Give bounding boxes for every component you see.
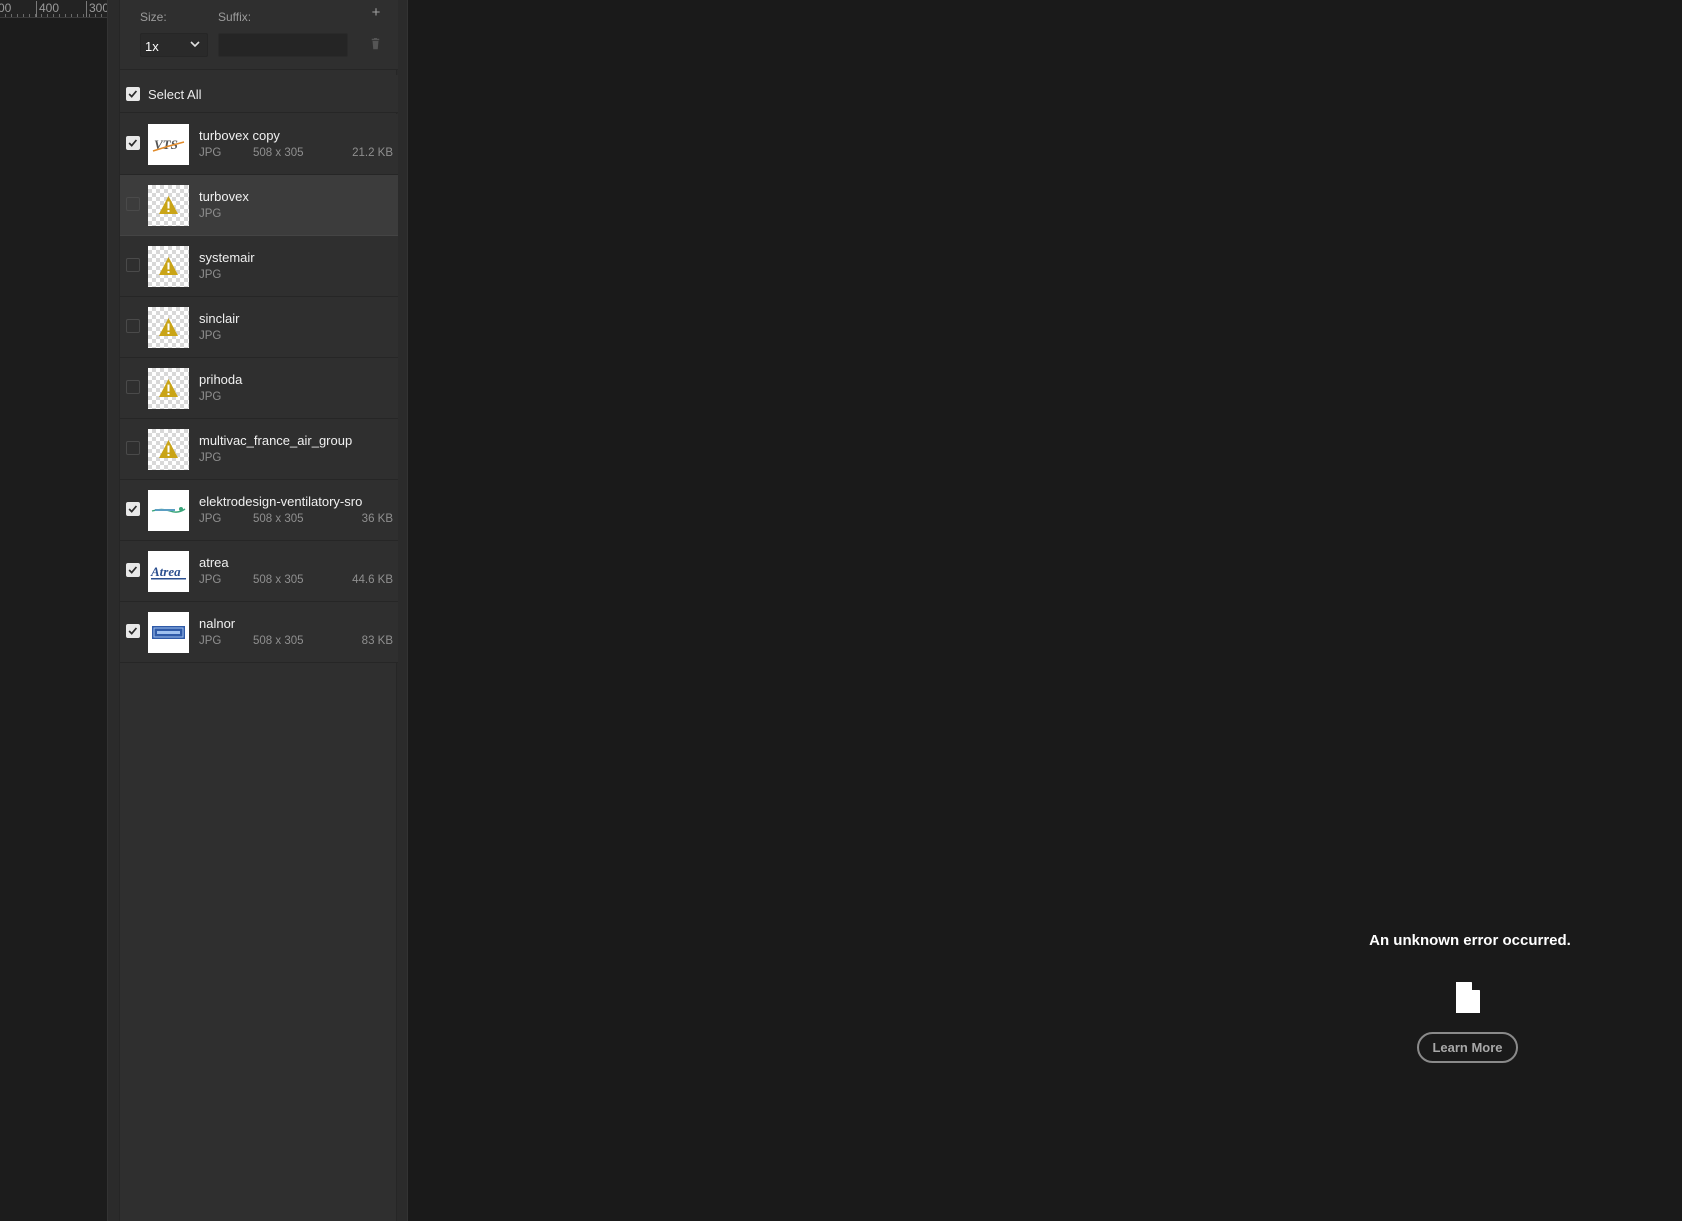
asset-name: multivac_france_air_group xyxy=(199,433,353,448)
asset-name: elektrodesign-ventilatory-sro xyxy=(199,494,363,509)
asset-checkbox[interactable] xyxy=(126,563,140,577)
atrea-logo-icon: Atrea xyxy=(150,564,186,580)
asset-row-systemair[interactable]: systemair JPG xyxy=(120,236,398,297)
asset-checkbox[interactable] xyxy=(126,197,140,211)
asset-thumbnail xyxy=(148,612,189,653)
asset-checkbox[interactable] xyxy=(126,258,140,272)
asset-thumbnail xyxy=(148,368,189,409)
select-all-checkbox[interactable] xyxy=(126,87,140,101)
checkmark-icon xyxy=(128,505,138,513)
asset-checkbox[interactable] xyxy=(126,624,140,638)
chevron-down-icon xyxy=(190,41,200,48)
asset-list-panel: Size: Suffix: + 1x Select All VTS turbov… xyxy=(119,0,398,1221)
asset-name: atrea xyxy=(199,555,229,570)
ruler-tick xyxy=(36,1,37,17)
size-label: Size: xyxy=(140,10,167,24)
asset-thumbnail: Atrea xyxy=(148,551,189,592)
asset-type: JPG xyxy=(199,208,222,220)
suffix-label: Suffix: xyxy=(218,10,252,24)
svg-text:Atrea: Atrea xyxy=(150,564,181,579)
ruler-label: 00 xyxy=(0,1,12,15)
checkmark-icon xyxy=(128,566,138,574)
asset-dimensions: 508 x 305 xyxy=(253,147,304,159)
asset-thumbnail xyxy=(148,185,189,226)
asset-name: turbovex xyxy=(199,189,249,204)
asset-row-prihoda[interactable]: prihoda JPG xyxy=(120,358,398,419)
asset-row-multivac[interactable]: multivac_france_air_group JPG xyxy=(120,419,398,480)
size-select[interactable]: 1x xyxy=(140,33,208,57)
asset-thumbnail xyxy=(148,307,189,348)
asset-type: JPG xyxy=(199,452,222,464)
asset-dimensions: 508 x 305 xyxy=(253,574,304,586)
asset-row-sinclair[interactable]: sinclair JPG xyxy=(120,297,398,358)
asset-thumbnail xyxy=(148,429,189,470)
asset-row-nalnor[interactable]: nalnor JPG 508 x 305 83 KB xyxy=(120,602,398,663)
vts-logo-icon: VTS xyxy=(152,137,185,152)
warning-icon xyxy=(159,440,178,458)
asset-type: JPG xyxy=(199,269,222,281)
asset-type: JPG xyxy=(199,330,222,342)
error-message: An unknown error occurred. xyxy=(1369,932,1571,949)
checkmark-icon xyxy=(128,139,138,147)
document-icon xyxy=(1456,981,1481,1013)
asset-dimensions: 508 x 305 xyxy=(253,635,304,647)
asset-thumbnail xyxy=(148,246,189,287)
asset-type: JPG xyxy=(199,635,222,647)
asset-row-turbovex[interactable]: turbovex JPG xyxy=(120,175,398,236)
asset-dimensions: 508 x 305 xyxy=(253,513,304,525)
nalnor-logo-icon xyxy=(152,626,185,639)
suffix-input[interactable] xyxy=(218,33,348,57)
asset-checkbox[interactable] xyxy=(126,380,140,394)
size-section: Size: Suffix: + 1x xyxy=(120,0,398,70)
asset-file-size: 21.2 KB xyxy=(352,147,393,159)
select-all-label: Select All xyxy=(148,87,202,102)
asset-list: VTS turbovex copy JPG 508 x 305 21.2 KB xyxy=(120,114,398,663)
asset-thumbnail xyxy=(148,490,189,531)
export-panel: Size: Suffix: + 1x Select All VTS turbov… xyxy=(107,0,408,1221)
asset-type: JPG xyxy=(199,391,222,403)
trash-icon xyxy=(371,38,380,50)
asset-checkbox[interactable] xyxy=(126,136,140,150)
asset-file-size: 36 KB xyxy=(361,513,393,525)
asset-name: prihoda xyxy=(199,372,243,387)
learn-more-button[interactable]: Learn More xyxy=(1417,1032,1518,1063)
horizontal-ruler: 00 400 300 xyxy=(0,0,107,18)
delete-size-button[interactable] xyxy=(369,36,383,52)
elektrodesign-logo-icon xyxy=(151,507,186,513)
asset-name: nalnor xyxy=(199,616,236,631)
select-all-row[interactable]: Select All xyxy=(120,75,398,113)
asset-checkbox[interactable] xyxy=(126,441,140,455)
asset-checkbox[interactable] xyxy=(126,319,140,333)
asset-checkbox[interactable] xyxy=(126,502,140,516)
asset-row-turbovex-copy[interactable]: VTS turbovex copy JPG 508 x 305 21.2 KB xyxy=(120,114,398,175)
ruler-label: 300 xyxy=(89,1,107,15)
size-select-value: 1x xyxy=(145,39,159,54)
asset-name: sinclair xyxy=(199,311,240,326)
asset-thumbnail: VTS xyxy=(148,124,189,165)
ruler-tick xyxy=(86,1,87,17)
asset-type: JPG xyxy=(199,147,222,159)
asset-file-size: 44.6 KB xyxy=(352,574,393,586)
ruler-label: 400 xyxy=(39,1,60,15)
checkmark-icon xyxy=(128,627,138,635)
warning-icon xyxy=(159,196,178,214)
warning-icon xyxy=(159,318,178,336)
warning-icon xyxy=(159,257,178,275)
checkmark-icon xyxy=(128,90,138,98)
asset-name: systemair xyxy=(199,250,255,265)
add-size-button[interactable]: + xyxy=(368,5,384,21)
asset-file-size: 83 KB xyxy=(361,635,393,647)
warning-icon xyxy=(159,379,178,397)
asset-name: turbovex copy xyxy=(199,128,280,143)
asset-type: JPG xyxy=(199,574,222,586)
asset-row-elektrodesign[interactable]: elektrodesign-ventilatory-sro JPG 508 x … xyxy=(120,480,398,541)
asset-type: JPG xyxy=(199,513,222,525)
plus-icon: + xyxy=(371,4,381,21)
asset-row-atrea[interactable]: Atrea atrea JPG 508 x 305 44.6 KB xyxy=(120,541,398,602)
canvas-area: 00 400 300 xyxy=(0,0,107,1221)
